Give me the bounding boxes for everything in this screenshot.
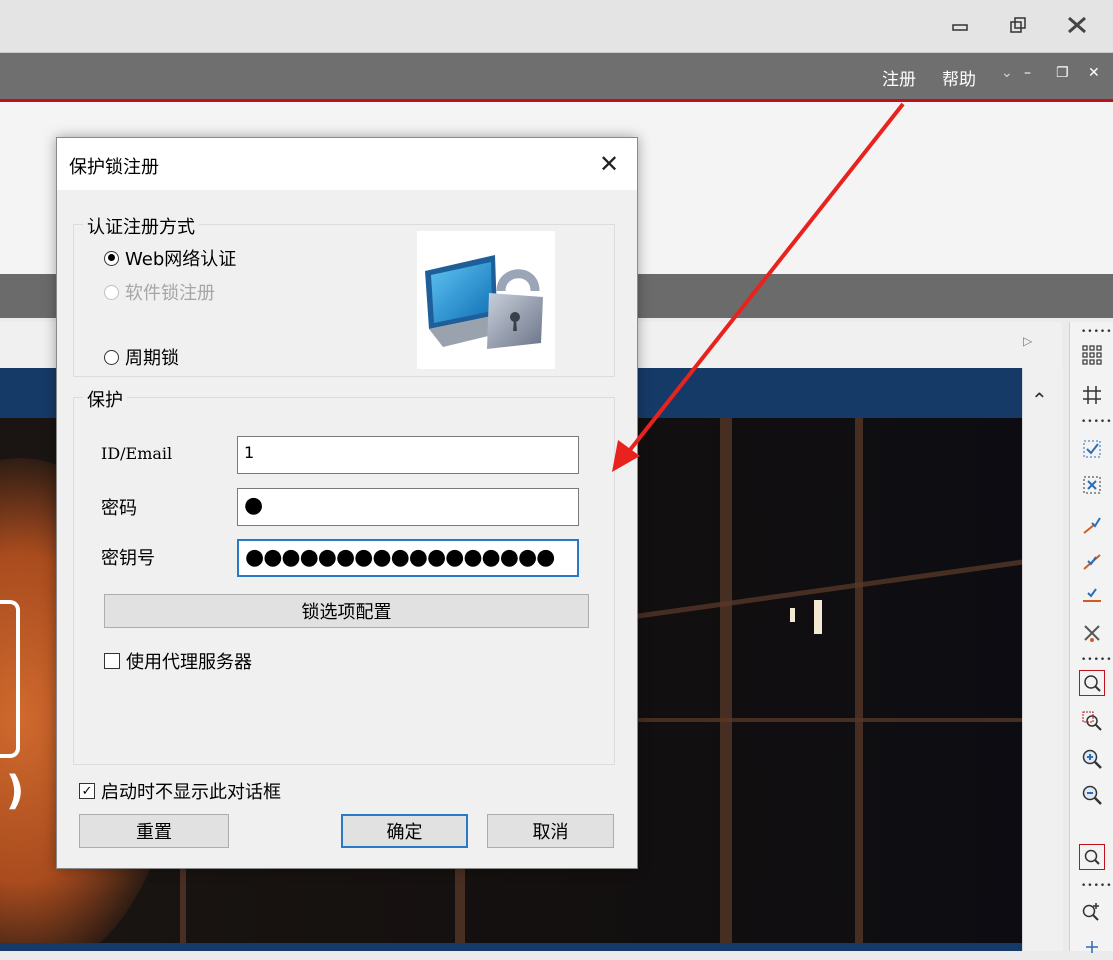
doc-minimize-icon[interactable]: – [1024,65,1031,81]
zoom-in-icon[interactable] [1079,746,1105,772]
key-number-input[interactable]: ●●●●●●●●●●●●●●●●● [237,539,579,577]
toolbar-grip[interactable]: ••••• [1081,328,1112,337]
radio-periodic-lock[interactable]: 周期锁 [104,344,179,370]
proxy-server-checkbox-row[interactable]: 使用代理服务器 [104,648,252,674]
zoom-dynamic-icon[interactable] [1079,708,1105,734]
tab-scroll-right-icon[interactable]: ▷ [1023,334,1032,348]
dialog-close-icon[interactable]: ✕ [594,149,624,179]
startup-checkbox[interactable]: ✓ [79,783,95,799]
key-number-label: 密钥号 [101,548,155,569]
menu-bar: 注册 帮助 ⌄ – ❐ ✕ [0,53,1113,102]
grid-icon[interactable] [1079,382,1105,408]
password-input[interactable]: ● [237,488,579,526]
proxy-server-label: 使用代理服务器 [126,652,252,673]
vertical-scrollbar[interactable]: ⌃ [1022,368,1063,951]
cancel-button[interactable]: 取消 [487,814,614,848]
window-titlebar [0,0,1113,53]
protect-legend: 保护 [83,386,127,412]
id-email-label: ID/Email [101,444,173,463]
radio-software-lock-label: 软件锁注册 [125,283,215,304]
dialog-title: 保护锁注册 [69,157,159,178]
zoom-extents-icon[interactable] [1079,844,1105,870]
snap-off-icon[interactable] [1079,620,1105,646]
scroll-up-icon[interactable]: ⌃ [1031,388,1048,412]
snap-perpendicular-icon[interactable] [1079,584,1105,610]
radio-web-auth[interactable]: Web网络认证 [104,245,236,271]
radio-button-selected[interactable] [104,250,119,266]
grid-dots-icon[interactable] [1079,342,1105,368]
dialog-titlebar[interactable]: 保护锁注册 ✕ [57,138,637,190]
canvas-beam [855,418,863,951]
ok-button[interactable]: 确定 [341,814,468,848]
snap-grid-icon[interactable] [1079,436,1105,462]
canvas-light [790,608,795,622]
snap-midpoint-icon[interactable] [1079,548,1105,574]
close-icon[interactable] [1061,10,1093,40]
password-label: 密码 [101,498,137,519]
lock-options-config-button[interactable]: 锁选项配置 [104,594,589,628]
id-email-input[interactable]: 1 [237,436,579,474]
radio-button[interactable] [104,349,119,365]
radio-software-lock: 软件锁注册 [104,279,215,305]
startup-checkbox-label: 启动时不显示此对话框 [101,782,281,803]
doc-close-icon[interactable]: ✕ [1088,65,1100,81]
restore-icon[interactable] [1002,10,1034,40]
toolbar-grip[interactable]: ••••• [1081,882,1112,891]
toolbar-grip[interactable]: ••••• [1081,418,1112,427]
canvas-bracket [0,600,20,758]
snap-endpoint-icon[interactable] [1079,512,1105,538]
snap-frame-icon[interactable] [1079,472,1105,498]
startup-checkbox-row[interactable]: ✓ 启动时不显示此对话框 [79,778,281,804]
monitor-padlock-icon [417,231,555,369]
menu-register[interactable]: 注册 [882,65,916,90]
auth-method-legend: 认证注册方式 [83,213,199,239]
canvas-paren: ) [6,768,25,814]
canvas-beam [720,418,732,951]
toolbar-grip[interactable]: ••••• [1081,656,1112,665]
pan-icon[interactable] [1079,934,1105,960]
zoom-realtime-icon[interactable] [1079,898,1105,924]
zoom-window-icon[interactable] [1079,670,1105,696]
canvas-light [814,600,822,634]
minimize-icon[interactable] [944,10,976,40]
reset-button[interactable]: 重置 [79,814,229,848]
zoom-out-icon[interactable] [1079,782,1105,808]
chevron-down-icon[interactable]: ⌄ [1001,65,1013,81]
right-toolbar: ••••• ••••• ••••• ••••• [1069,322,1113,953]
radio-web-auth-label: Web网络认证 [125,249,237,270]
proxy-server-checkbox[interactable] [104,653,120,669]
radio-button-disabled [104,284,119,300]
menu-help[interactable]: 帮助 [942,65,976,90]
radio-periodic-lock-label: 周期锁 [125,348,179,369]
canvas-beam [600,718,1040,722]
status-strip [0,943,1062,951]
doc-restore-icon[interactable]: ❐ [1056,65,1069,81]
